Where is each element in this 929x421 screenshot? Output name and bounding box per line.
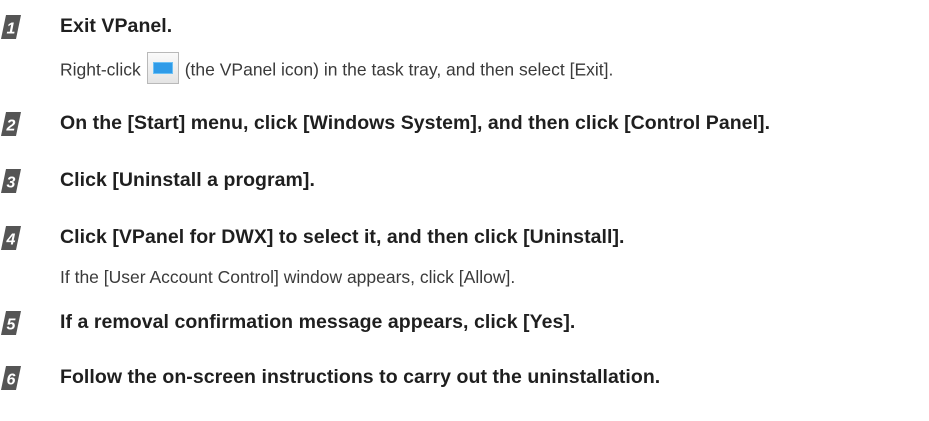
step-2-title: On the [Start] menu, click [Windows Syst…	[60, 112, 771, 134]
step-3-title: Click [Uninstall a program].	[60, 169, 315, 191]
step-number-1-glyph: 1	[7, 21, 16, 38]
step-number-2-icon: 2	[0, 111, 22, 137]
vpanel-icon	[146, 52, 179, 84]
step-number-5-glyph: 5	[7, 317, 17, 334]
step-5-title: If a removal confirmation message appear…	[60, 311, 576, 333]
step-1-detail-text-after: (the VPanel icon) in the task tray, and …	[184, 59, 614, 80]
step-number-4-icon: 4	[0, 225, 22, 251]
step-1-title: Exit VPanel.	[60, 15, 173, 37]
step-number-1-icon: 1	[0, 14, 22, 40]
step-number-6-glyph: 6	[7, 372, 16, 389]
vpanel-icon-screen	[152, 62, 173, 74]
step-number-2-glyph: 2	[6, 118, 16, 135]
step-6-title: Follow the on-screen instructions to car…	[60, 366, 661, 388]
step-number-5-icon: 5	[0, 310, 22, 336]
step-1-detail-text-before: Right-click	[60, 59, 141, 80]
step-number-4-glyph: 4	[6, 232, 16, 249]
step-4-detail: If the [User Account Control] window app…	[60, 267, 516, 287]
step-1-detail: Right-click (the VPanel icon) in the task…	[60, 52, 614, 84]
step-4-title: Click [VPanel for DWX] to select it, and…	[60, 226, 625, 248]
step-number-3-icon: 3	[0, 168, 22, 194]
step-number-3-glyph: 3	[7, 175, 16, 192]
uninstall-steps: 1 Exit VPanel. Right-click (the VPanel ic…	[0, 0, 929, 421]
step-number-6-icon: 6	[0, 365, 22, 391]
